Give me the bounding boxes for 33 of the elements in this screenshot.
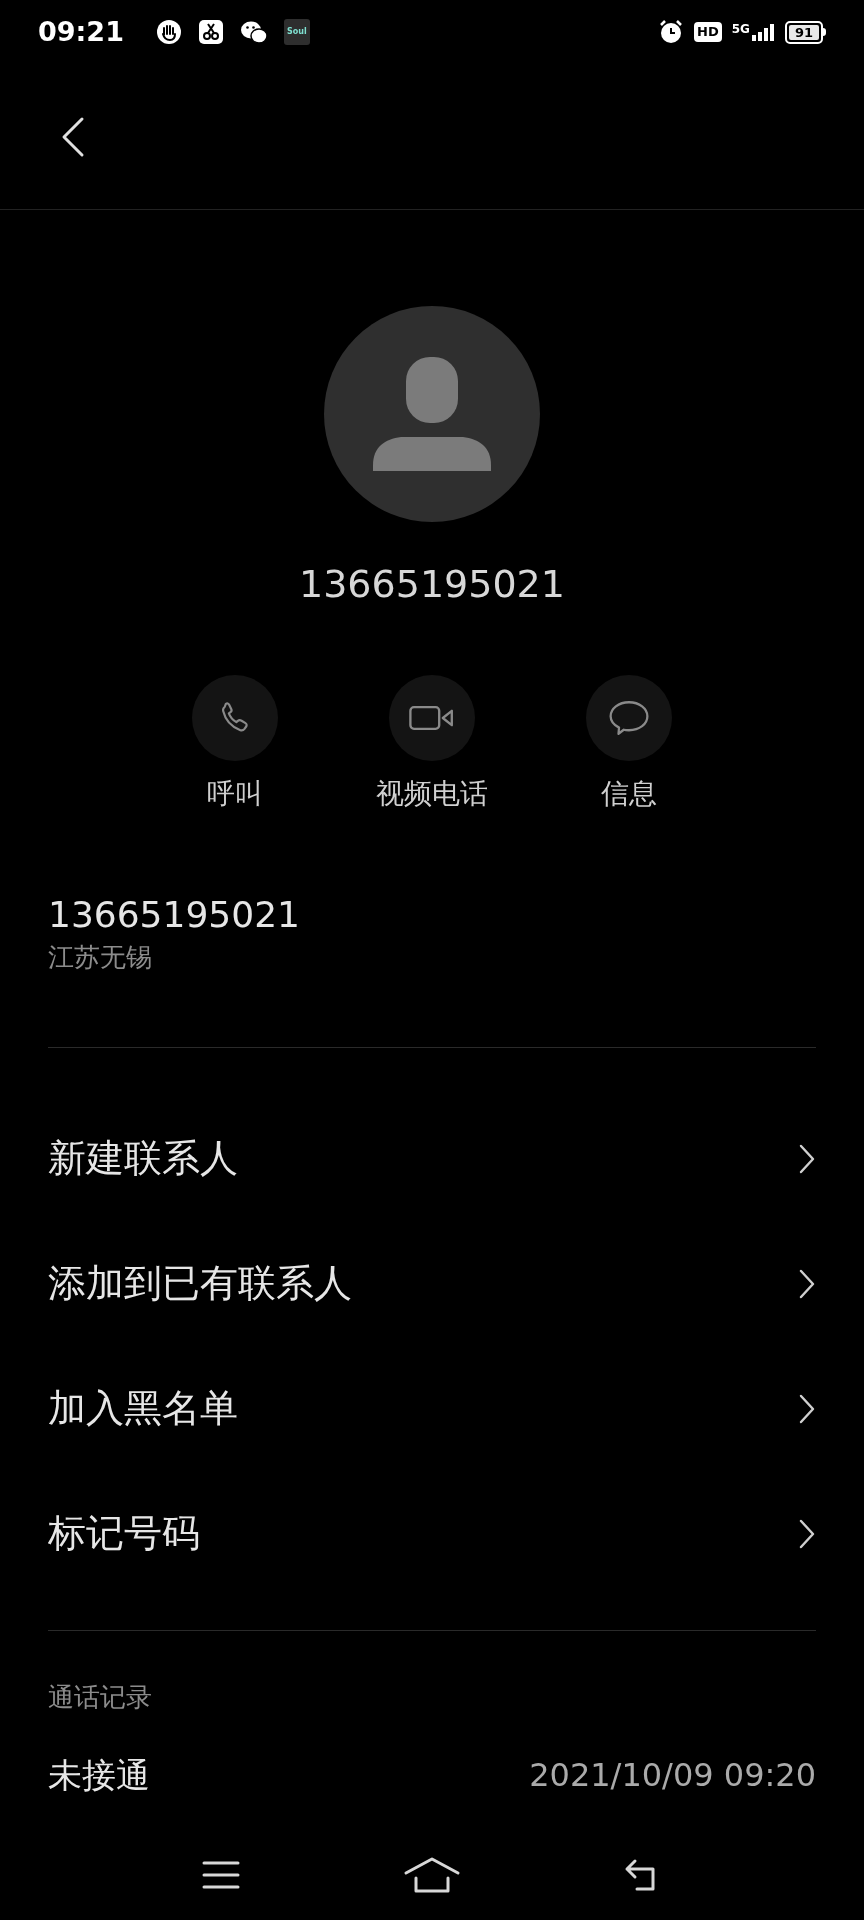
- chat-bubbles-icon: [239, 19, 268, 45]
- back-icon: [60, 115, 86, 158]
- chevron-right-icon: [798, 1517, 816, 1550]
- person-silhouette-icon: [371, 357, 493, 471]
- action-label: 信息: [601, 776, 657, 812]
- app-icon: Soul: [283, 19, 310, 45]
- video-action-button[interactable]: 视频电话: [362, 675, 502, 815]
- number-location: 江苏无锡: [48, 941, 153, 974]
- chevron-right-icon: [798, 1267, 816, 1300]
- action-label: 视频电话: [376, 776, 488, 812]
- call-action-button[interactable]: 呼叫: [165, 675, 305, 815]
- menu-item[interactable]: 标记号码: [0, 1471, 864, 1596]
- call-status: 未接通: [48, 1754, 150, 1797]
- menu-item[interactable]: 加入黑名单: [0, 1346, 864, 1471]
- call-time: 2021/10/09 09:20: [529, 1755, 816, 1796]
- network-label: 5G: [731, 23, 750, 35]
- battery-level: 91: [788, 24, 819, 40]
- menu-item[interactable]: 添加到已有联系人: [0, 1221, 864, 1346]
- hand-icon: [155, 19, 182, 45]
- action-label: 呼叫: [207, 776, 263, 812]
- chevron-right-icon: [798, 1392, 816, 1425]
- message-action-button[interactable]: 信息: [559, 675, 699, 815]
- signal-icon: [750, 23, 775, 41]
- phone-number: 13665195021: [48, 893, 301, 937]
- chevron-right-icon: [798, 1142, 816, 1175]
- home-icon[interactable]: [403, 1856, 461, 1894]
- section-title: 通话记录: [47, 1681, 153, 1714]
- contact-number: 13665195021: [299, 561, 565, 608]
- menu-item[interactable]: 新建联系人: [0, 1096, 864, 1221]
- menu-icon[interactable]: [201, 1859, 241, 1891]
- status-time: 09:21: [38, 14, 124, 49]
- scissors-icon: [197, 19, 224, 45]
- hd-badge: HD: [694, 22, 722, 42]
